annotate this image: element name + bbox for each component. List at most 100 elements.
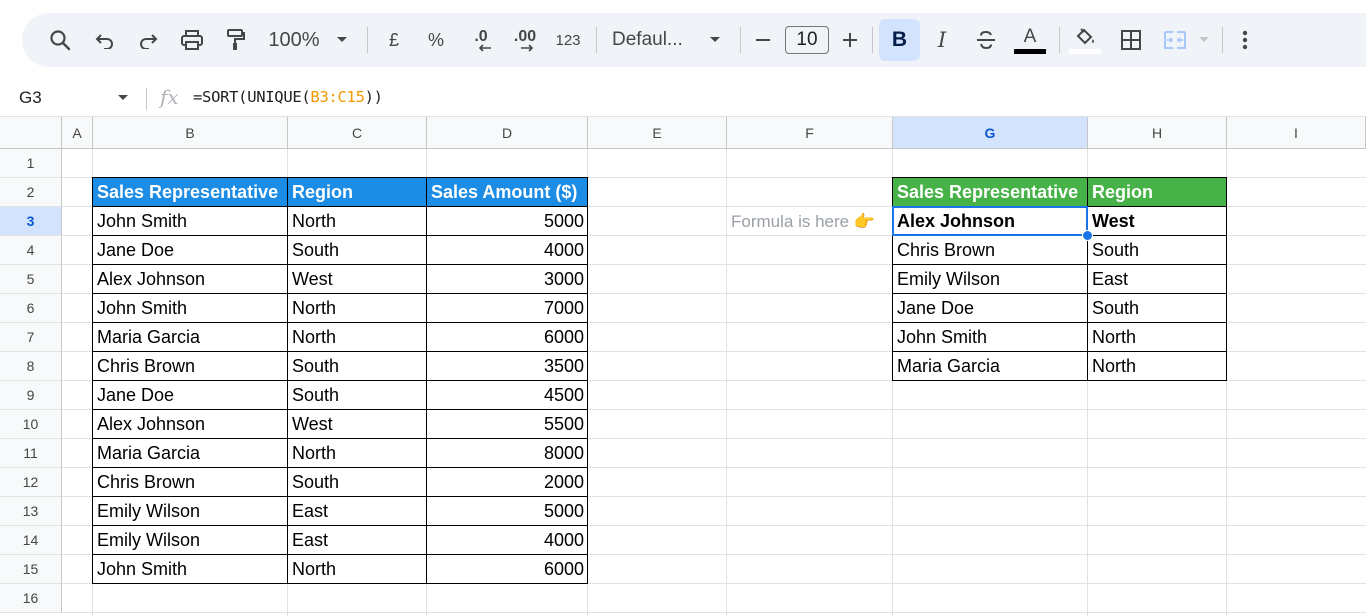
row-header-9[interactable]: 9 [0,381,62,410]
source-cell[interactable]: 6000 [427,555,588,584]
row-header-6[interactable]: 6 [0,294,62,323]
column-header-g[interactable]: G [893,117,1088,149]
row-header-12[interactable]: 12 [0,468,62,497]
source-cell[interactable]: 4000 [427,236,588,265]
name-box[interactable]: G3 [19,88,42,108]
search-menus-icon[interactable] [46,13,74,67]
paint-format-icon[interactable] [222,13,248,67]
source-header-cell[interactable]: Sales Representative [93,178,288,207]
source-cell[interactable]: South [288,352,427,381]
column-header-e[interactable]: E [588,117,727,149]
source-cell[interactable]: Jane Doe [93,381,288,410]
row-header-16[interactable]: 16 [0,584,62,613]
increase-decimal-button[interactable]: .00 [508,13,542,67]
redo-icon[interactable] [135,13,161,67]
source-cell[interactable]: East [288,526,427,555]
source-cell[interactable]: 5000 [427,497,588,526]
row-header-5[interactable]: 5 [0,265,62,294]
source-cell[interactable]: Emily Wilson [93,497,288,526]
percent-button[interactable]: % [424,13,448,67]
result-cell[interactable]: Chris Brown [893,236,1088,265]
merge-dropdown-icon[interactable] [1196,13,1212,67]
text-color-button[interactable]: A [1012,13,1048,67]
row-header-13[interactable]: 13 [0,497,62,526]
decrease-decimal-button[interactable]: .0 [466,13,496,67]
source-cell[interactable]: East [288,497,427,526]
strikethrough-icon[interactable] [972,13,1000,67]
source-cell[interactable]: North [288,439,427,468]
row-header-7[interactable]: 7 [0,323,62,352]
increase-font-size-icon[interactable] [839,13,861,67]
source-cell[interactable]: John Smith [93,207,288,236]
source-cell[interactable]: 4500 [427,381,588,410]
row-header-10[interactable]: 10 [0,410,62,439]
source-cell[interactable]: South [288,236,427,265]
name-box-dropdown-icon[interactable] [117,94,129,102]
row-header-3[interactable]: 3 [0,207,62,236]
zoom-select[interactable]: 100% [266,13,322,67]
source-cell[interactable]: Alex Johnson [93,410,288,439]
font-size-input[interactable]: 10 [785,26,829,54]
row-header-8[interactable]: 8 [0,352,62,381]
source-cell[interactable]: North [288,555,427,584]
result-cell[interactable]: West [1088,207,1227,236]
column-header-h[interactable]: H [1088,117,1227,149]
print-icon[interactable] [178,13,206,67]
source-cell[interactable]: West [288,265,427,294]
result-cell[interactable]: South [1088,236,1227,265]
source-cell[interactable]: John Smith [93,555,288,584]
result-header-cell[interactable]: Sales Representative [893,178,1088,207]
column-header-d[interactable]: D [427,117,588,149]
decrease-font-size-icon[interactable] [752,13,774,67]
fill-color-button[interactable] [1068,13,1102,67]
column-header-a[interactable]: A [62,117,93,149]
italic-button[interactable]: I [930,13,954,67]
source-cell[interactable]: 8000 [427,439,588,468]
source-cell[interactable]: North [288,294,427,323]
spreadsheet-grid[interactable]: A B C D E F G H I 1 2 3 4 5 6 7 8 9 10 11 12 13 14 15 16 Sales Re… [0,117,1366,616]
source-cell[interactable]: 5500 [427,410,588,439]
row-header-4[interactable]: 4 [0,236,62,265]
result-cell[interactable]: South [1088,294,1227,323]
column-header-f[interactable]: F [727,117,893,149]
result-cell[interactable]: North [1088,323,1227,352]
row-header-14[interactable]: 14 [0,526,62,555]
source-cell[interactable]: West [288,410,427,439]
source-cell[interactable]: Emily Wilson [93,526,288,555]
source-cell[interactable]: 4000 [427,526,588,555]
result-cell[interactable]: Maria Garcia [893,352,1088,381]
source-header-cell[interactable]: Region [288,178,427,207]
currency-button[interactable]: £ [382,13,406,67]
result-header-cell[interactable]: Region [1088,178,1227,207]
source-cell[interactable]: Maria Garcia [93,439,288,468]
source-cell[interactable]: 2000 [427,468,588,497]
formula-input[interactable]: =SORT(UNIQUE(B3:C15)) [193,88,383,106]
borders-icon[interactable] [1118,13,1144,67]
source-cell[interactable]: 3500 [427,352,588,381]
font-select[interactable]: Defaul... [612,13,692,67]
fill-handle[interactable] [1082,230,1093,241]
number-format-button[interactable]: 123 [552,13,584,67]
source-cell[interactable]: Jane Doe [93,236,288,265]
source-cell[interactable]: North [288,323,427,352]
result-cell[interactable]: Alex Johnson [893,207,1088,236]
select-all-corner[interactable] [0,117,62,149]
bold-button[interactable]: B [879,19,920,61]
source-cell[interactable]: Chris Brown [93,468,288,497]
result-cell[interactable]: North [1088,352,1227,381]
row-header-2[interactable]: 2 [0,178,62,207]
source-cell[interactable]: South [288,468,427,497]
column-header-c[interactable]: C [288,117,427,149]
source-cell[interactable]: 5000 [427,207,588,236]
source-cell[interactable]: John Smith [93,294,288,323]
result-cell[interactable]: Emily Wilson [893,265,1088,294]
source-cell[interactable]: North [288,207,427,236]
result-cell[interactable]: Jane Doe [893,294,1088,323]
column-header-b[interactable]: B [93,117,288,149]
more-options-icon[interactable] [1234,13,1256,67]
undo-icon[interactable] [92,13,118,67]
row-header-15[interactable]: 15 [0,555,62,584]
merge-cells-icon[interactable] [1160,13,1190,67]
source-cell[interactable]: South [288,381,427,410]
row-header-11[interactable]: 11 [0,439,62,468]
